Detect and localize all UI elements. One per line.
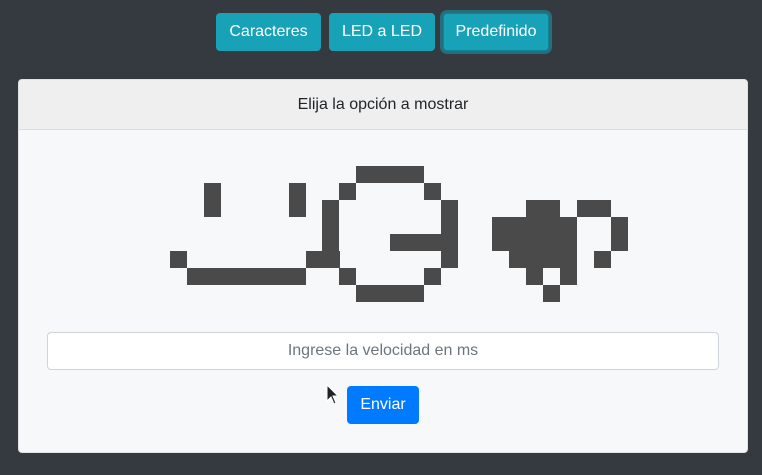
led-pixel — [356, 285, 373, 302]
led-pixel — [255, 268, 272, 285]
send-button[interactable]: Enviar — [347, 386, 419, 424]
led-pixel — [577, 200, 594, 217]
mode-nav: Caracteres LED a LED Predefinido — [0, 13, 762, 51]
heart-pattern — [492, 200, 628, 302]
led-pixel — [594, 251, 611, 268]
led-pixel — [543, 234, 560, 251]
led-pixel — [611, 217, 628, 234]
smiley-pattern — [170, 183, 340, 285]
led-pixel — [509, 217, 526, 234]
led-pixel — [204, 268, 221, 285]
led-pixel — [289, 183, 306, 200]
options-card: Elija la opción a mostrar Enviar — [18, 79, 748, 453]
led-pixel — [339, 183, 356, 200]
led-pixel — [526, 217, 543, 234]
led-pixel — [492, 234, 509, 251]
led-pixel — [509, 234, 526, 251]
led-pixel — [373, 285, 390, 302]
led-pixel — [594, 200, 611, 217]
led-pixel — [611, 234, 628, 251]
led-pixel — [204, 200, 221, 217]
led-pixel — [390, 234, 407, 251]
led-pixel — [390, 285, 407, 302]
led-pixel — [204, 183, 221, 200]
led-pixel — [170, 251, 187, 268]
led-pixel — [543, 200, 560, 217]
led-pixel — [560, 234, 577, 251]
led-pixel — [492, 217, 509, 234]
led-pixel — [424, 183, 441, 200]
led-pixel — [272, 268, 289, 285]
led-pixel — [441, 251, 458, 268]
led-pixel — [424, 268, 441, 285]
led-pixel — [322, 234, 339, 251]
caracteres-button[interactable]: Caracteres — [216, 13, 321, 51]
led-pixel — [373, 166, 390, 183]
led-a-led-button[interactable]: LED a LED — [329, 13, 435, 51]
led-pixel — [543, 251, 560, 268]
led-pixel — [238, 268, 255, 285]
led-pixel — [560, 268, 577, 285]
led-pixel — [526, 200, 543, 217]
led-pixel — [560, 217, 577, 234]
led-pixel — [322, 200, 339, 217]
led-pixel — [221, 268, 238, 285]
led-pixel — [339, 268, 356, 285]
led-pixel — [306, 251, 323, 268]
led-pixel — [509, 251, 526, 268]
predefinido-button[interactable]: Predefinido — [443, 13, 549, 51]
led-pixel — [441, 234, 458, 251]
speed-input[interactable] — [47, 332, 719, 370]
led-pixel — [526, 268, 543, 285]
led-pixel — [390, 166, 407, 183]
led-pixel — [407, 285, 424, 302]
mouse-cursor-icon — [326, 384, 340, 405]
led-pixel — [441, 217, 458, 234]
led-pixel — [526, 234, 543, 251]
led-pixel — [322, 217, 339, 234]
led-pixel — [407, 234, 424, 251]
led-pixel — [543, 217, 560, 234]
led-pixel — [560, 251, 577, 268]
led-pixel — [543, 285, 560, 302]
led-pixel — [289, 200, 306, 217]
led-pixel — [407, 166, 424, 183]
led-pixel — [356, 166, 373, 183]
led-pixel — [289, 268, 306, 285]
led-pixel — [424, 234, 441, 251]
led-pixel — [526, 251, 543, 268]
led-pixel — [322, 251, 339, 268]
g-letter-pattern — [322, 166, 458, 302]
led-pixel — [187, 268, 204, 285]
led-pixel — [441, 200, 458, 217]
